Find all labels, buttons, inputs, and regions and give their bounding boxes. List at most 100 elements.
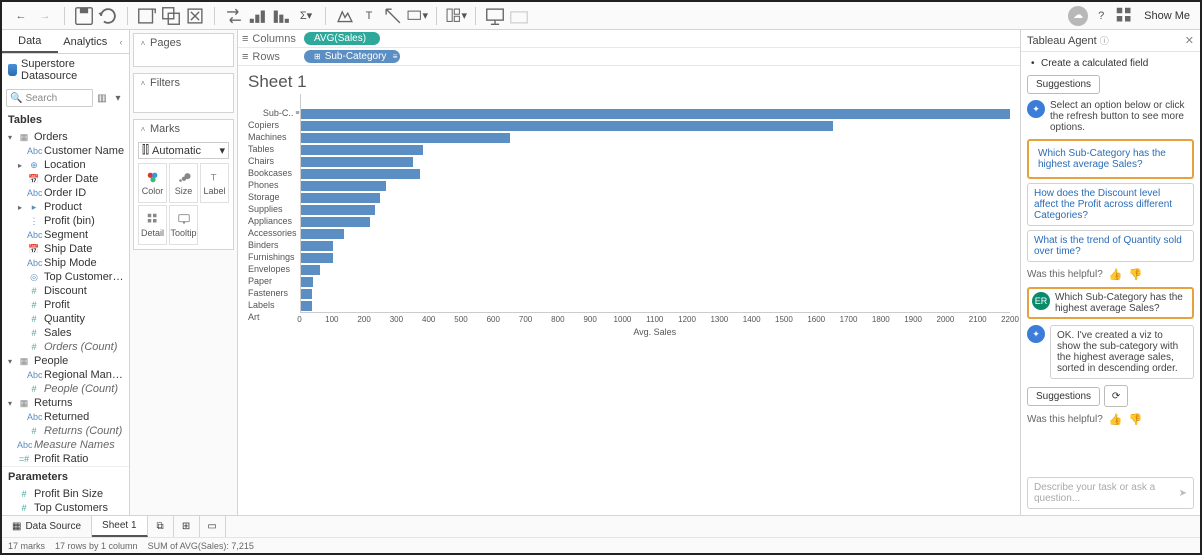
field-ship-date[interactable]: ▸📅Ship Date xyxy=(2,242,129,256)
field-returns-count-[interactable]: ▸#Returns (Count) xyxy=(2,424,129,438)
sheet1-tab[interactable]: Sheet 1 xyxy=(92,516,147,537)
dashboard-icon[interactable]: ▾ xyxy=(445,5,467,27)
suggestion-3[interactable]: What is the trend of Quantity sold over … xyxy=(1027,230,1194,262)
rows-pill[interactable]: ⊞Sub-Category≡ xyxy=(304,50,400,63)
y-axis-header[interactable]: Sub-C..≡ xyxy=(263,108,300,119)
info-icon[interactable]: ⓘ xyxy=(1100,36,1109,46)
tab-analytics[interactable]: Analytics xyxy=(58,30,114,53)
field-returned[interactable]: ▸AbcReturned xyxy=(2,410,129,424)
revert-icon[interactable] xyxy=(97,5,119,27)
y-label[interactable]: Machines xyxy=(248,131,300,143)
fit-icon[interactable]: ▾ xyxy=(406,5,428,27)
cloud-icon[interactable]: ☁ xyxy=(1068,6,1088,26)
search-menu-icon[interactable]: ▾ xyxy=(111,91,125,105)
field-profit-ratio[interactable]: ▸=#Profit Ratio xyxy=(2,452,129,466)
agent-calc-link[interactable]: Create a calculated field xyxy=(1027,58,1194,69)
y-label[interactable]: Bookcases xyxy=(248,167,300,179)
collapse-panel-icon[interactable]: ‹ xyxy=(113,30,129,53)
y-label[interactable]: Paper xyxy=(248,275,300,287)
tab-data[interactable]: Data xyxy=(2,30,58,53)
bar[interactable] xyxy=(301,133,511,143)
field-regional-manager[interactable]: ▸AbcRegional Manager xyxy=(2,368,129,382)
datasource-tab[interactable]: ▦Data Source xyxy=(2,516,92,537)
field-segment[interactable]: ▸AbcSegment xyxy=(2,228,129,242)
back-icon[interactable]: ← xyxy=(10,5,32,27)
bar[interactable] xyxy=(301,289,312,299)
new-dashboard-icon[interactable]: ⊞ xyxy=(174,516,200,537)
field-profit-bin-[interactable]: ▸⋮Profit (bin) xyxy=(2,214,129,228)
y-label[interactable]: Appliances xyxy=(248,215,300,227)
highlight-icon[interactable] xyxy=(334,5,356,27)
refresh-button[interactable]: ⟳ xyxy=(1104,385,1128,407)
marks-shelf[interactable]: ˄Marks xyxy=(134,120,233,138)
new-sheet-icon[interactable]: ⧉ xyxy=(148,516,174,537)
y-label[interactable]: Phones xyxy=(248,179,300,191)
mark-type-select[interactable]: ⫿⫿Automatic▾ xyxy=(138,142,229,159)
y-label[interactable]: Furnishings xyxy=(248,251,300,263)
mark-detail[interactable]: Detail xyxy=(138,205,167,245)
table-returns[interactable]: ▾▦Returns xyxy=(2,396,129,410)
param-profit-bin-size[interactable]: ▸#Profit Bin Size xyxy=(2,487,129,501)
bar[interactable] xyxy=(301,217,370,227)
suggestion-2[interactable]: How does the Discount level affect the P… xyxy=(1027,183,1194,226)
bar[interactable] xyxy=(301,109,1010,119)
field-profit[interactable]: ▸#Profit xyxy=(2,298,129,312)
y-label[interactable]: Chairs xyxy=(248,155,300,167)
suggestion-1[interactable]: Which Sub-Category has the highest avera… xyxy=(1032,144,1189,174)
duplicate-icon[interactable] xyxy=(160,5,182,27)
y-label[interactable]: Tables xyxy=(248,143,300,155)
bar[interactable] xyxy=(301,301,312,311)
bar[interactable] xyxy=(301,121,833,131)
y-label[interactable]: Supplies xyxy=(248,203,300,215)
bar[interactable] xyxy=(301,157,414,167)
swap-icon[interactable] xyxy=(223,5,245,27)
y-label[interactable]: Labels xyxy=(248,299,300,311)
field-quantity[interactable]: ▸#Quantity xyxy=(2,312,129,326)
sheet-title[interactable]: Sheet 1 xyxy=(238,66,1020,94)
view-options-icon[interactable]: ▥ xyxy=(95,91,109,105)
bar[interactable] xyxy=(301,265,320,275)
bar[interactable] xyxy=(301,205,375,215)
send-icon[interactable]: ➤ xyxy=(1179,488,1187,499)
agent-input[interactable]: Describe your task or ask a question... … xyxy=(1027,477,1194,509)
table-orders[interactable]: ▾▦Orders xyxy=(2,130,129,144)
save-icon[interactable] xyxy=(73,5,95,27)
field-ship-mode[interactable]: ▸AbcShip Mode xyxy=(2,256,129,270)
field-orders-count-[interactable]: ▸#Orders (Count) xyxy=(2,340,129,354)
sort-asc-icon[interactable] xyxy=(247,5,269,27)
y-label[interactable]: Accessories xyxy=(248,227,300,239)
field-location[interactable]: ▸⊕Location xyxy=(2,158,129,172)
suggestions-button-2[interactable]: Suggestions xyxy=(1027,387,1100,406)
field-discount[interactable]: ▸#Discount xyxy=(2,284,129,298)
columns-pill[interactable]: AVG(Sales) xyxy=(304,32,380,45)
bar[interactable] xyxy=(301,145,424,155)
y-label[interactable]: Storage xyxy=(248,191,300,203)
presentation-icon[interactable] xyxy=(484,5,506,27)
show-me-button[interactable]: Show Me xyxy=(1138,10,1196,22)
new-ws-icon[interactable] xyxy=(136,5,158,27)
y-label[interactable]: Copiers xyxy=(248,119,300,131)
bar[interactable] xyxy=(301,241,333,251)
mark-label[interactable]: TLabel xyxy=(200,163,229,203)
bar[interactable] xyxy=(301,193,380,203)
mark-size[interactable]: Size xyxy=(169,163,198,203)
field-search-input[interactable]: 🔍 Search xyxy=(6,89,93,107)
y-label[interactable]: Envelopes xyxy=(248,263,300,275)
share-icon[interactable] xyxy=(508,5,530,27)
y-label[interactable]: Fasteners xyxy=(248,287,300,299)
forward-icon[interactable]: → xyxy=(34,5,56,27)
y-label[interactable]: Art xyxy=(248,311,300,323)
thumbs-down-icon-2[interactable]: 👎 xyxy=(1128,413,1142,426)
mark-color[interactable]: Color xyxy=(138,163,167,203)
bar[interactable] xyxy=(301,229,345,239)
datasource-row[interactable]: Superstore Datasource xyxy=(2,54,129,86)
field-top-customers-by-p-[interactable]: ▸◎Top Customers by P... xyxy=(2,270,129,284)
format-icon[interactable] xyxy=(382,5,404,27)
clear-icon[interactable] xyxy=(184,5,206,27)
new-story-icon[interactable]: ▭ xyxy=(200,516,226,537)
totals-icon[interactable]: Σ▾ xyxy=(295,5,317,27)
sort-desc-icon[interactable] xyxy=(271,5,293,27)
field-customer-name[interactable]: ▸AbcCustomer Name xyxy=(2,144,129,158)
field-people-count-[interactable]: ▸#People (Count) xyxy=(2,382,129,396)
bar[interactable] xyxy=(301,169,420,179)
